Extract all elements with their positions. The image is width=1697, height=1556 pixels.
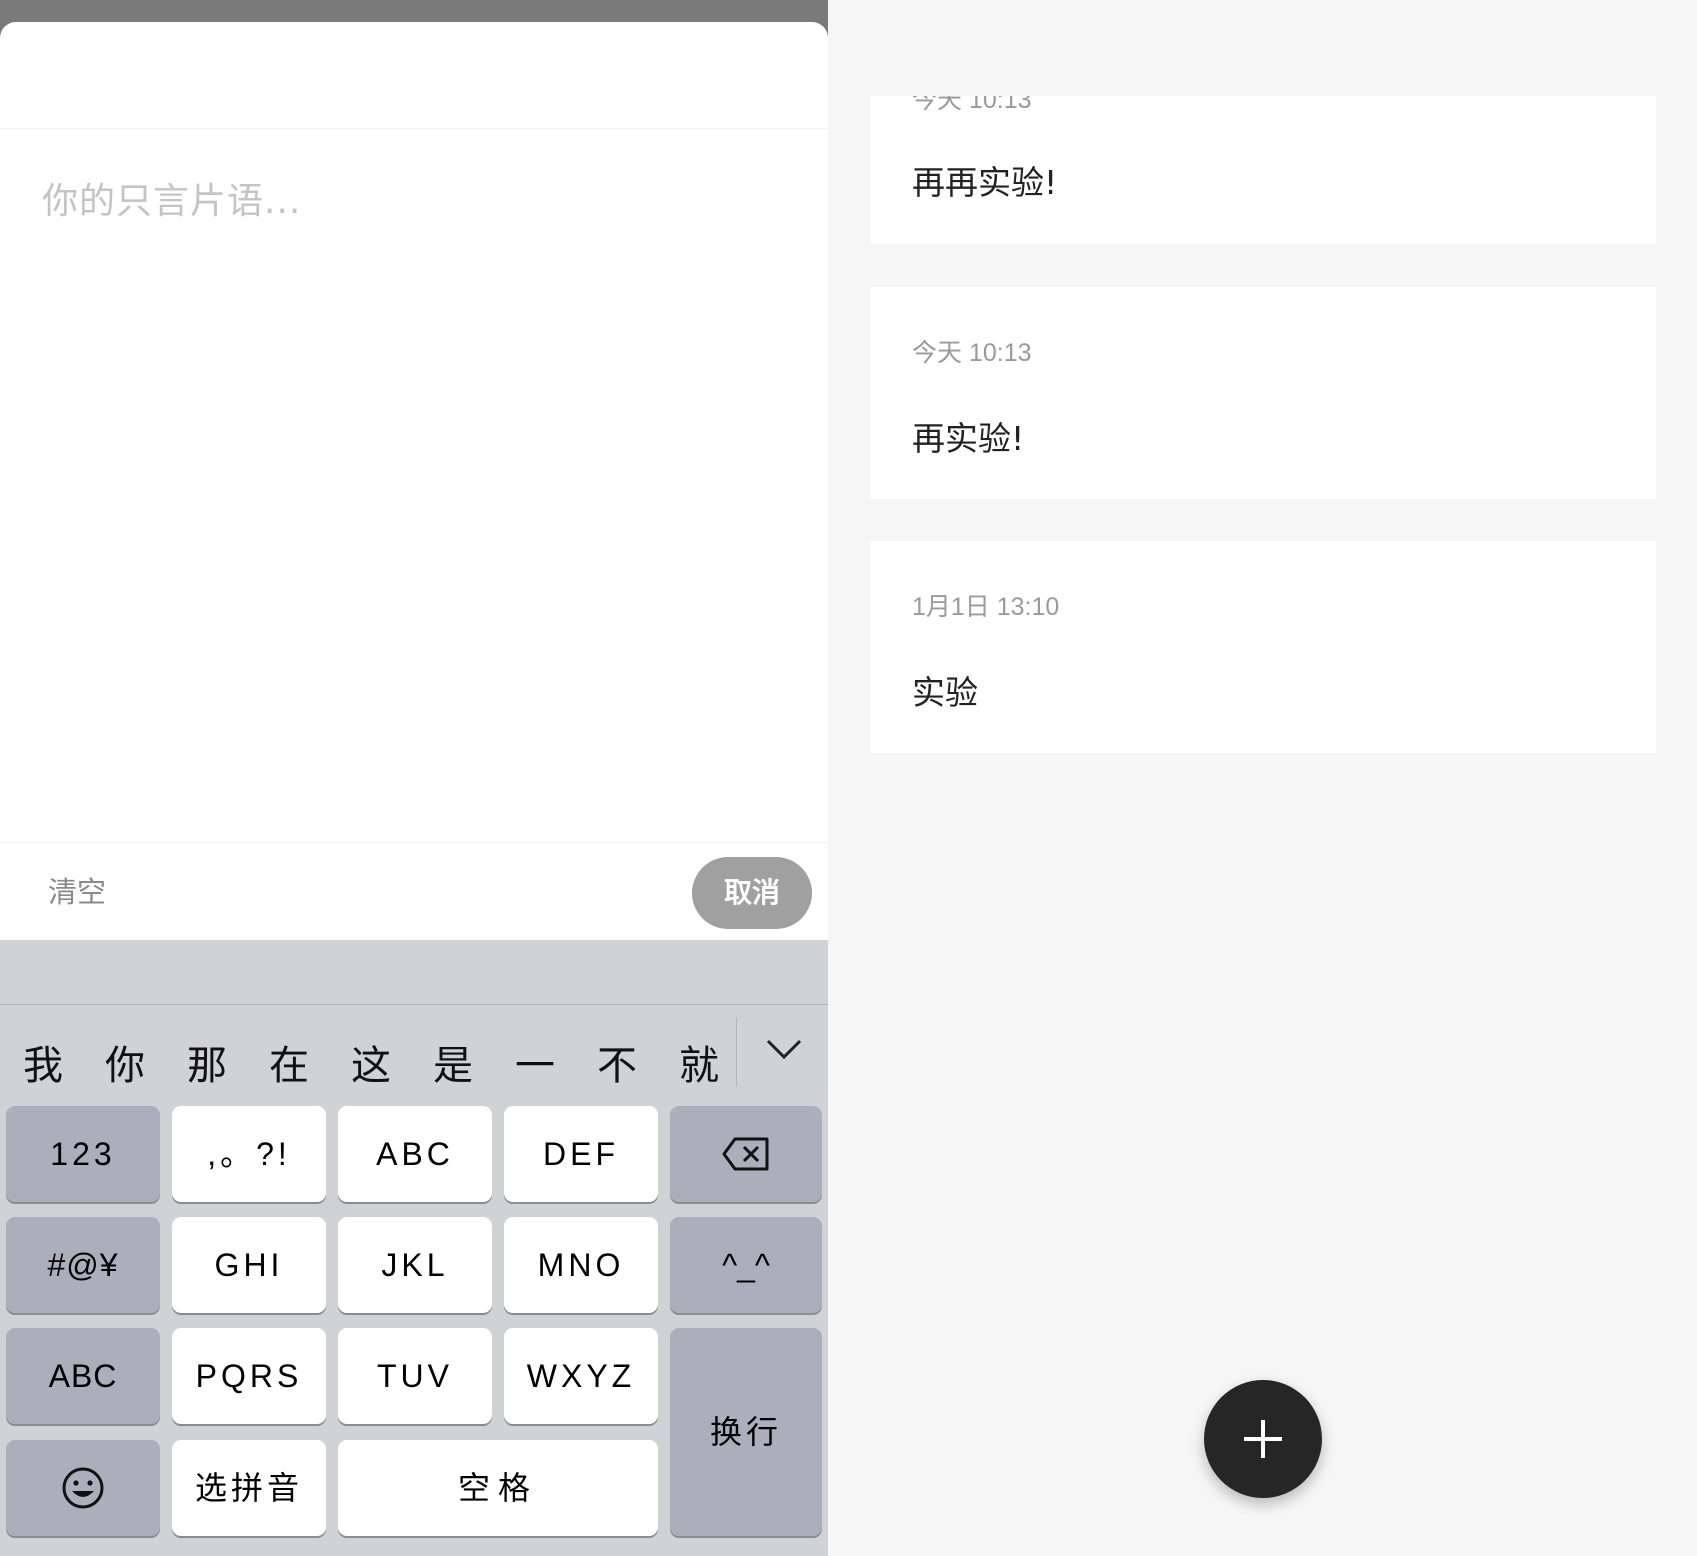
space-key[interactable]: 空格 bbox=[338, 1440, 658, 1536]
key-ghi[interactable]: GHI bbox=[172, 1217, 326, 1313]
key-abc[interactable]: ABC bbox=[338, 1106, 492, 1202]
key-kaomoji[interactable]: ^_^ bbox=[670, 1217, 822, 1313]
candidate-word[interactable]: 是 bbox=[422, 1033, 484, 1091]
key-symbols[interactable]: #@¥ bbox=[6, 1217, 160, 1313]
note-text: 再实验! bbox=[912, 419, 1025, 458]
keyboard-top-bar bbox=[0, 940, 828, 1005]
candidate-word[interactable]: 这 bbox=[340, 1033, 402, 1091]
candidate-word[interactable]: 不 bbox=[586, 1033, 648, 1091]
candidate-word[interactable]: 我 bbox=[12, 1033, 74, 1091]
key-jkl[interactable]: JKL bbox=[338, 1217, 492, 1313]
note-input[interactable]: 你的只言片语... bbox=[42, 172, 301, 224]
note-card[interactable]: 今天 10:13 再实验! bbox=[870, 287, 1656, 499]
chevron-down-icon[interactable] bbox=[764, 1035, 804, 1065]
note-timestamp: 今天 10:13 bbox=[912, 339, 1032, 367]
candidate-word[interactable]: 在 bbox=[258, 1033, 320, 1091]
compose-toolbar: 清空 取消 bbox=[0, 842, 828, 941]
candidate-divider bbox=[736, 1017, 737, 1087]
candidate-bar: 我 你 那 在 这 是 一 不 就 bbox=[0, 1005, 828, 1105]
key-punctuation[interactable]: ,。?! bbox=[172, 1106, 326, 1202]
key-mno[interactable]: MNO bbox=[504, 1217, 658, 1313]
backspace-key[interactable] bbox=[670, 1106, 822, 1202]
compose-panel: 你的只言片语... 清空 取消 我 你 那 在 这 是 一 不 就 123 ,。… bbox=[0, 0, 828, 1556]
key-123[interactable]: 123 bbox=[6, 1106, 160, 1202]
key-pqrs[interactable]: PQRS bbox=[172, 1328, 326, 1424]
key-abc-switch[interactable]: ABC bbox=[6, 1328, 160, 1424]
note-text: 实验 bbox=[912, 673, 978, 712]
note-card[interactable]: 今天 10:13 再再实验! bbox=[870, 96, 1656, 244]
candidate-word[interactable]: 就 bbox=[668, 1033, 730, 1091]
cancel-button[interactable]: 取消 bbox=[692, 857, 812, 929]
notes-list: 今天 10:13 再再实验! 今天 10:13 再实验! 1月1日 13:10 … bbox=[828, 0, 1697, 1556]
key-tuv[interactable]: TUV bbox=[338, 1328, 492, 1424]
enter-key[interactable]: 换行 bbox=[670, 1328, 822, 1536]
plus-icon bbox=[1244, 1420, 1282, 1458]
add-note-button[interactable] bbox=[1204, 1380, 1322, 1498]
key-def[interactable]: DEF bbox=[504, 1106, 658, 1202]
backspace-icon bbox=[722, 1137, 769, 1171]
note-card[interactable]: 1月1日 13:10 实验 bbox=[870, 541, 1656, 753]
compose-sheet: 你的只言片语... 清空 取消 bbox=[0, 22, 828, 940]
note-timestamp: 今天 10:13 bbox=[912, 96, 1032, 114]
note-timestamp: 1月1日 13:10 bbox=[912, 593, 1060, 621]
note-text: 再再实验! bbox=[912, 163, 1058, 202]
candidate-word[interactable]: 你 bbox=[94, 1033, 156, 1091]
key-wxyz[interactable]: WXYZ bbox=[504, 1328, 658, 1424]
candidate-word[interactable]: 那 bbox=[176, 1033, 238, 1091]
emoji-key[interactable] bbox=[6, 1440, 160, 1536]
candidate-word[interactable]: 一 bbox=[504, 1033, 566, 1091]
sheet-header bbox=[0, 22, 828, 129]
select-pinyin-key[interactable]: 选拼音 bbox=[172, 1440, 326, 1536]
smiley-icon bbox=[62, 1467, 104, 1509]
clear-button[interactable]: 清空 bbox=[48, 869, 106, 911]
